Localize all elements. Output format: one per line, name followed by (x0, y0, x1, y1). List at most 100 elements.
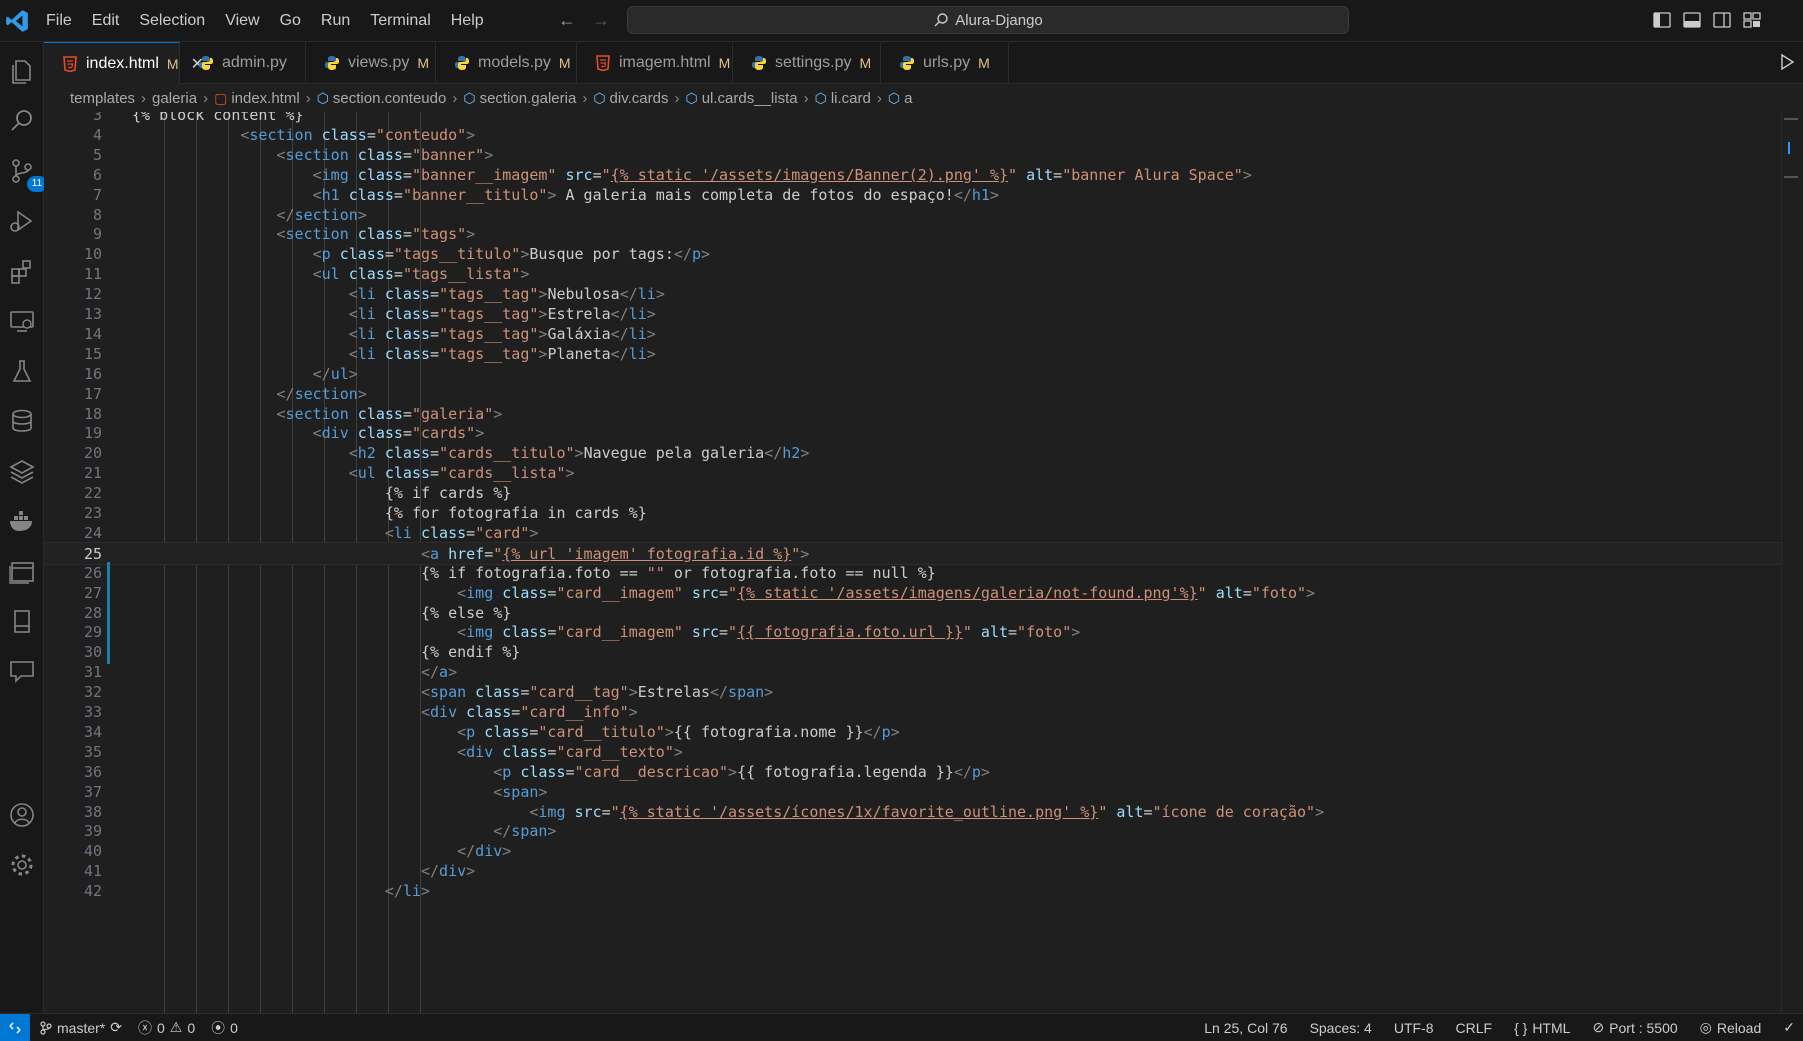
breadcrumb-label: li.card (830, 89, 871, 107)
vscode-logo-icon[interactable] (4, 8, 30, 34)
layers-icon[interactable] (7, 456, 37, 486)
symbol-element-icon: ⬡ (685, 89, 698, 106)
symbol-element-icon: ⬡ (463, 89, 476, 106)
symbol-element-icon: ⬡ (887, 89, 901, 106)
eye-slash-icon: ◎ (1699, 1019, 1712, 1035)
branch-indicator[interactable]: master* ⟳ (40, 1019, 122, 1036)
menu-item-go[interactable]: Go (270, 12, 311, 30)
editor-tabs: index.html M ✕ admin.py views.py Mmodels.py Mi… (44, 42, 1803, 84)
indentation[interactable]: Spaces: 4 (1310, 1020, 1372, 1036)
database-icon[interactable] (7, 406, 37, 436)
search-icon (934, 13, 948, 27)
menu-item-run[interactable]: Run (311, 12, 360, 30)
status-bar: master* ⟳ ⓧ 0 ⚠ 0 ⦿ 0 Ln 25, Col 76 Spac… (0, 1013, 1803, 1041)
python-file-icon (198, 55, 214, 71)
tab-index-html[interactable]: index.html M ✕ (44, 42, 204, 84)
status-right: Ln 25, Col 76 Spaces: 4 UTF-8 CRLF { } H… (1204, 1014, 1795, 1041)
tab-models-py[interactable]: models.py M (436, 42, 577, 84)
remote-explorer-icon[interactable] (7, 306, 37, 336)
toggle-secondary-sidebar-icon[interactable] (1712, 10, 1732, 30)
menu-item-view[interactable]: View (215, 12, 269, 30)
settings-gear-icon[interactable] (7, 850, 37, 880)
menu-item-help[interactable]: Help (441, 12, 494, 30)
account-icon[interactable] (7, 800, 37, 830)
breadcrumb-item[interactable]: ▢ index.html (214, 90, 300, 107)
tab-label: admin.py (222, 54, 287, 71)
breadcrumb-item[interactable]: ⬡ section.galeria (463, 90, 576, 107)
sync-icon[interactable]: ⟳ (110, 1019, 122, 1036)
breadcrumb-label: index.html (231, 89, 300, 107)
breadcrumb-item[interactable]: galeria (152, 90, 197, 107)
command-center[interactable]: Alura-Django (627, 6, 1349, 34)
line-ending[interactable]: CRLF (1456, 1020, 1493, 1036)
testing-flask-icon[interactable] (7, 356, 37, 386)
tab-label: urls.py (923, 54, 971, 71)
breadcrumb-chevron-icon: › (803, 89, 809, 107)
minimap-mark (1788, 142, 1790, 154)
book-icon[interactable] (7, 606, 37, 636)
menu-item-terminal[interactable]: Terminal (360, 12, 440, 30)
menu-item-edit[interactable]: Edit (82, 12, 130, 30)
remote-indicator-icon[interactable] (0, 1014, 30, 1041)
encoding[interactable]: UTF-8 (1394, 1020, 1434, 1036)
window-panel-icon[interactable] (7, 556, 37, 586)
live-server-port[interactable]: ⊘ Port : 5500 (1592, 1019, 1677, 1036)
menu-item-selection[interactable]: Selection (129, 12, 215, 30)
breadcrumb-item[interactable]: ⬡ section.conteudo (317, 90, 447, 107)
breadcrumb-label: section.conteudo (332, 89, 447, 107)
notifications-icon[interactable]: ✓ (1783, 1019, 1795, 1036)
modified-indicator: M (166, 55, 179, 72)
git-branch-icon (40, 1020, 52, 1035)
comments-icon[interactable] (7, 656, 37, 686)
nav-arrows: ← → (558, 10, 610, 31)
warning-icon: ⚠ (169, 1019, 183, 1035)
modified-indicator: M (558, 55, 571, 71)
reload-indicator[interactable]: ◎ Reload (1700, 1019, 1762, 1036)
breadcrumb-item[interactable]: ⬡ li.card (815, 90, 871, 107)
minimap[interactable] (1781, 112, 1803, 1013)
minimap-mark (1784, 118, 1798, 120)
back-arrow-icon[interactable]: ← (558, 10, 576, 31)
language-mode[interactable]: { } HTML (1514, 1020, 1570, 1036)
breadcrumb-item[interactable]: ⬡ div.cards (593, 90, 668, 107)
run-debug-icon[interactable] (7, 206, 37, 236)
tab-urls-py[interactable]: urls.py M (881, 42, 1009, 84)
code-line[interactable]: 42 </li> (44, 880, 1781, 903)
explorer-icon[interactable] (7, 56, 37, 86)
docker-icon[interactable] (7, 506, 37, 536)
source-control-icon[interactable]: 11 (7, 156, 47, 192)
problems-indicator[interactable]: ⓧ 0 ⚠ 0 (138, 1018, 195, 1038)
error-icon: ⓧ (137, 1019, 152, 1036)
customize-layout-icon[interactable] (1742, 10, 1762, 30)
breadcrumb-label: galeria (152, 89, 198, 107)
tab-views-py[interactable]: views.py M (306, 42, 436, 84)
tab-label: index.html (86, 54, 159, 72)
toggle-primary-sidebar-icon[interactable] (1652, 10, 1672, 30)
search-icon[interactable] (7, 106, 37, 136)
symbol-element-icon: ⬡ (593, 89, 606, 106)
menu-item-file[interactable]: File (36, 12, 82, 30)
modified-indicator: M (718, 55, 731, 71)
toggle-panel-icon[interactable] (1682, 10, 1702, 30)
layout-controls (1652, 10, 1762, 30)
tab-label: imagem.html (619, 54, 711, 71)
ports-indicator[interactable]: ⦿ 0 (211, 1018, 238, 1038)
tab-imagem-html[interactable]: imagem.html M (577, 42, 733, 84)
tab-settings-py[interactable]: settings.py M (733, 42, 881, 84)
breadcrumb: templates › galeria › ▢ index.html › ⬡ section.c… (44, 84, 1803, 112)
ports-count: 0 (230, 1019, 238, 1036)
breadcrumb-item[interactable]: ⬡ a (888, 90, 913, 107)
extensions-icon[interactable] (7, 256, 37, 286)
port-label: Port : 5500 (1609, 1019, 1678, 1036)
cursor-position[interactable]: Ln 25, Col 76 (1204, 1020, 1287, 1036)
breadcrumb-item[interactable]: templates (70, 90, 135, 107)
broadcast-icon: ⦿ (211, 1019, 226, 1036)
tab-admin-py[interactable]: admin.py (180, 42, 306, 84)
tab-label: settings.py (775, 54, 852, 71)
warning-count: 0 (187, 1019, 196, 1036)
forward-arrow-icon[interactable]: → (592, 10, 610, 31)
breadcrumb-item[interactable]: ⬡ ul.cards__lista (685, 90, 797, 107)
code-editor[interactable]: 3 {% block content %} 4 <section class="co… (44, 112, 1781, 1013)
modified-indicator: M (859, 55, 872, 71)
run-file-icon[interactable] (1777, 52, 1797, 72)
